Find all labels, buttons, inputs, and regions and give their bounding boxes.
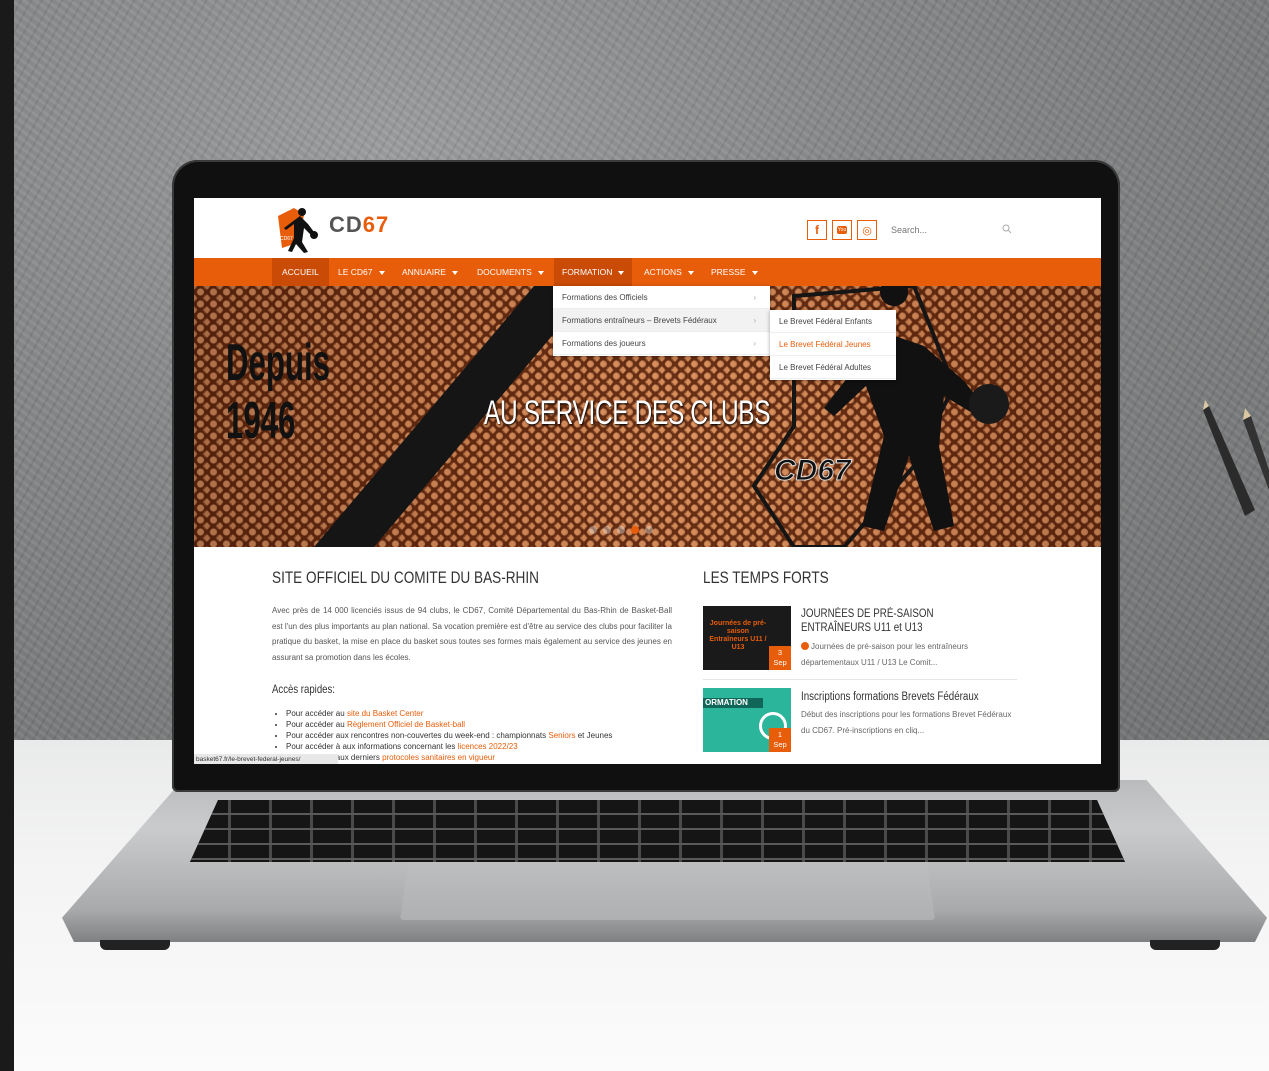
chevron-right-icon: ›	[753, 293, 756, 302]
youtube-icon[interactable]: You	[832, 220, 852, 240]
instagram-icon[interactable]: ◎	[857, 220, 877, 240]
slider-dots	[586, 521, 656, 539]
chevron-down-icon	[751, 270, 758, 275]
slider-dot[interactable]	[589, 526, 597, 534]
status-bar-url: basket67.fr/le-brevet-federal-jeunes/	[194, 754, 338, 764]
basketball-silhouette	[969, 384, 1009, 424]
protocoles-link[interactable]: protocoles sanitaires en vigueur	[382, 753, 495, 762]
menu-item-formations-officiels[interactable]: Formations des Officiels ›	[553, 286, 770, 309]
chevron-down-icon	[687, 270, 694, 275]
thumbnail-text: ORMATION	[703, 698, 763, 708]
hero-since-text: Depuis 1946	[226, 334, 331, 450]
chevron-right-icon: ›	[753, 316, 756, 325]
logo-badge-text: CD67	[280, 236, 293, 242]
thumbnail-text: Journées de pré-saison Entraîneurs U11 /…	[709, 620, 767, 651]
nav-actions[interactable]: ACTIONS	[644, 258, 694, 286]
nav-presse[interactable]: PRESSE	[711, 258, 758, 286]
reglement-link[interactable]: Règlement Officiel de Basket-ball	[347, 720, 465, 729]
list-item: Pour accéder aux rencontres non-couverte…	[286, 730, 696, 741]
slider-dot-active[interactable]	[631, 526, 639, 534]
laptop-trackpad	[400, 862, 935, 920]
site-header: CD67 CD67 f You ◎	[194, 198, 1101, 256]
main-nav: ACCUEIL LE CD67 ANNUAIRE DOCUMENTS FORMA…	[194, 258, 1101, 286]
chevron-down-icon	[451, 270, 458, 275]
basket-center-link[interactable]: site du Basket Center	[347, 709, 423, 718]
quick-access-heading: Accès rapides:	[272, 682, 335, 696]
date-badge: 3 Sep	[769, 646, 791, 670]
news-title[interactable]: Inscriptions formations Brevets Fédéraux	[801, 690, 988, 704]
chevron-down-icon	[537, 270, 544, 275]
intro-paragraph: Avec près de 14 000 licenciés issus de 9…	[272, 606, 672, 662]
laptop-keyboard	[190, 800, 1125, 862]
news-thumbnail[interactable]: Journées de pré-saison Entraîneurs U11 /…	[703, 606, 791, 670]
pencils-decoration	[1203, 400, 1269, 516]
site-logo-text[interactable]: CD67	[329, 212, 389, 238]
menu-item-formations-entraineurs[interactable]: Formations entraîneurs – Brevets Fédérau…	[553, 309, 770, 332]
news-separator	[703, 679, 1017, 680]
nav-documents[interactable]: DOCUMENTS	[477, 258, 544, 286]
chevron-down-icon	[378, 270, 385, 275]
menu-item-formations-joueurs[interactable]: Formations des joueurs ›	[553, 332, 770, 355]
laptop-foot	[1150, 940, 1220, 950]
slider-dot[interactable]	[603, 526, 611, 534]
nav-annuaire[interactable]: ANNUAIRE	[402, 258, 458, 286]
laptop-screen: CD67 CD67 f You ◎ ACCUEIL LE CD67 ANNUAI…	[194, 198, 1101, 764]
search-icon[interactable]	[1002, 224, 1012, 234]
hero-watermark: CD67	[774, 454, 852, 488]
licences-link[interactable]: licences 2022/23	[458, 742, 518, 751]
news-thumbnail[interactable]: ORMATION 1 Sep	[703, 688, 791, 752]
date-badge: 1 Sep	[769, 728, 791, 752]
slider-dot[interactable]	[645, 526, 653, 534]
hero-title: AU SERVICE DES CLUBS	[484, 394, 771, 432]
submenu-item-brevet-jeunes[interactable]: Le Brevet Fédéral Jeunes	[770, 333, 896, 356]
seniors-link[interactable]: Seniors	[548, 731, 575, 740]
formation-dropdown: Formations des Officiels › Formations ent…	[553, 286, 770, 356]
chevron-right-icon: ›	[753, 339, 756, 348]
slider-dot[interactable]	[617, 526, 625, 534]
list-item: Pour accéder au Règlement Officiel de Ba…	[286, 719, 696, 730]
news-heading: LES TEMPS FORTS	[703, 568, 829, 587]
news-excerpt: Journées de pré-saison pour les entraîne…	[801, 642, 968, 667]
chevron-down-icon	[618, 270, 625, 275]
nav-le-cd67[interactable]: LE CD67	[338, 258, 385, 286]
basketball-icon	[801, 642, 809, 650]
nav-formation[interactable]: FORMATION	[554, 258, 633, 286]
submenu-item-brevet-enfants[interactable]: Le Brevet Fédéral Enfants	[770, 310, 896, 333]
news-excerpt: Début des inscriptions pour les formatio…	[801, 710, 1012, 735]
facebook-icon[interactable]: f	[807, 220, 827, 240]
laptop-foot	[100, 940, 170, 950]
news-title[interactable]: JOURNÉES DE PRÉ-SAISON ENTRAÎNEURS U11 e…	[801, 607, 988, 635]
list-item: Pour accéder aux derniers protocoles san…	[286, 752, 696, 763]
brevets-submenu: Le Brevet Fédéral Enfants Le Brevet Fédé…	[770, 310, 896, 380]
nav-accueil[interactable]: ACCUEIL	[272, 258, 329, 286]
submenu-item-brevet-adultes[interactable]: Le Brevet Fédéral Adultes	[770, 356, 896, 379]
cd67-logo[interactable]: CD67	[274, 202, 322, 254]
main-heading: SITE OFFICIEL DU COMITE DU BAS-RHIN	[272, 568, 539, 587]
list-item: Pour accéder à aux informations concerna…	[286, 741, 696, 752]
list-item: Pour accéder au site du Basket Center	[286, 708, 696, 719]
